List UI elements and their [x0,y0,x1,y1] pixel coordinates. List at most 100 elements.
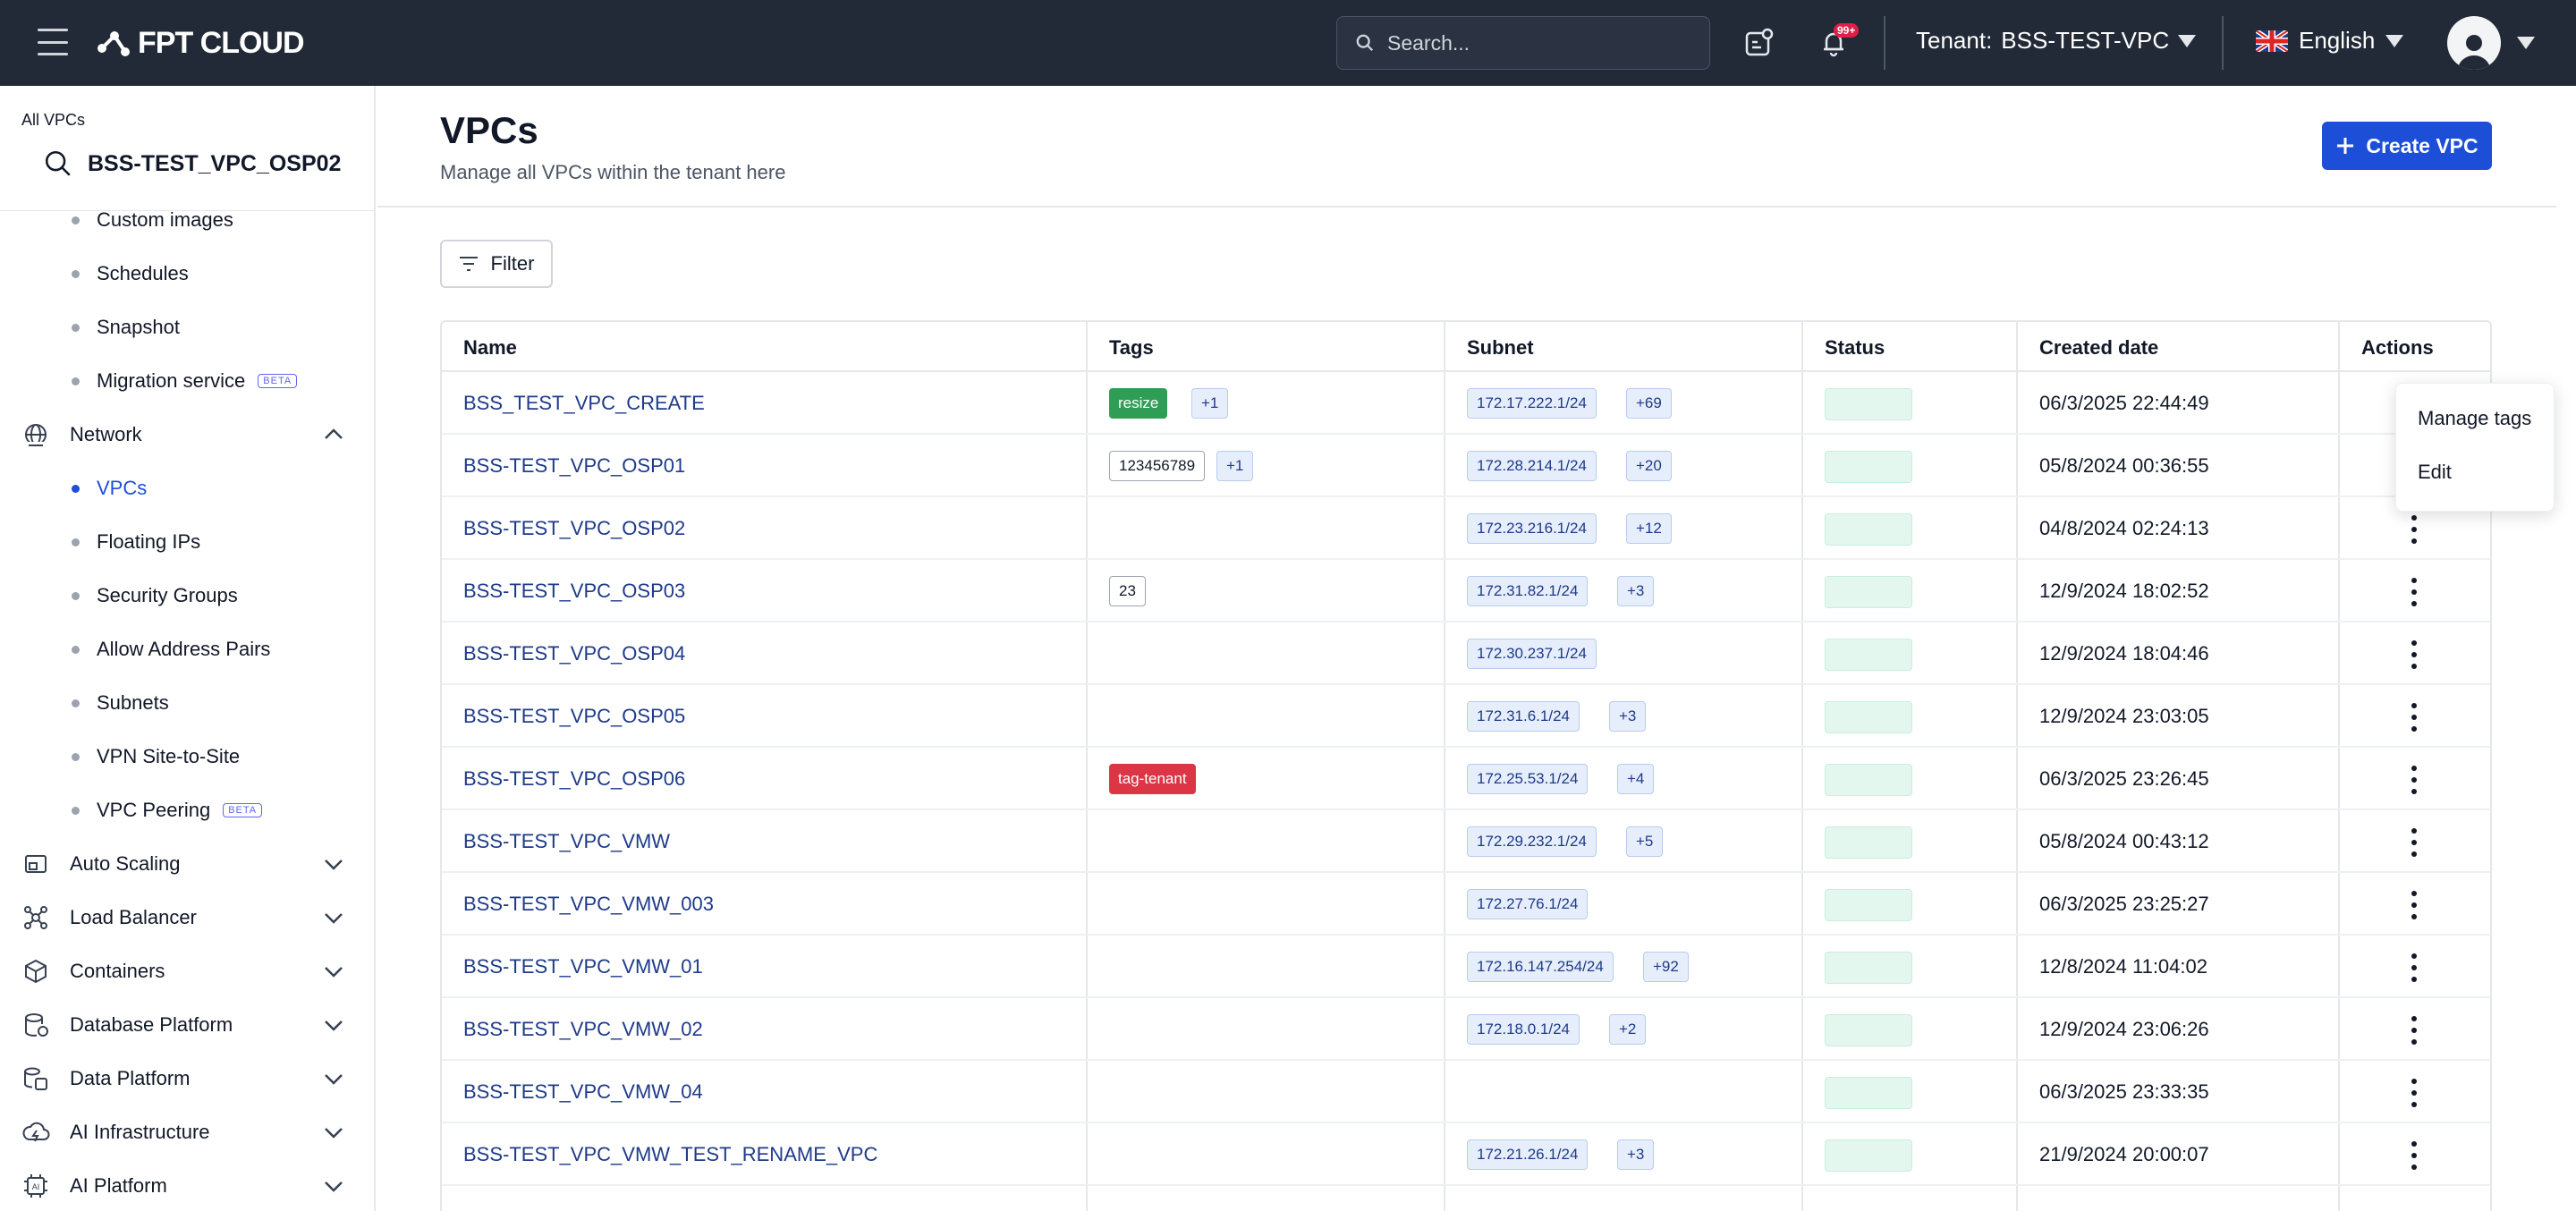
notification-bell-icon[interactable]: 99+ [1816,23,1860,61]
tag-badge[interactable]: 23 [1109,576,1146,606]
subnet-badge[interactable]: 172.23.216.1/24 [1467,513,1597,544]
subnet-more-badge[interactable]: +5 [1626,826,1664,857]
more-actions-icon[interactable] [2408,640,2420,669]
sidebar-group-load-balancer[interactable]: Load Balancer [0,891,374,944]
language-selector[interactable]: English [2256,27,2404,55]
sidebar-item-security-groups[interactable]: Security Groups [0,569,374,622]
more-actions-icon[interactable] [2408,515,2420,544]
subnet-badge[interactable]: 172.28.214.1/24 [1467,451,1597,481]
sidebar-item-vpcs[interactable]: VPCs [0,462,374,515]
column-header-subnet: Subnet [1467,336,1534,359]
more-actions-icon[interactable] [2408,578,2420,606]
more-actions-icon[interactable] [2408,891,2420,919]
table-row: BSS-TEST_VPC_OSP03 23 172.31.82.1/24 +3 12/9… [442,560,2490,622]
more-actions-icon[interactable] [2408,703,2420,732]
subnet-more-badge[interactable]: +20 [1626,451,1672,481]
vpc-name-link[interactable]: BSS-TEST_VPC_VMW [463,830,670,853]
subnet-badge[interactable]: 172.25.53.1/24 [1467,764,1589,794]
sidebar-item-schedules[interactable]: Schedules [0,247,374,301]
subnet-badge[interactable]: 172.29.232.1/24 [1467,826,1597,857]
vpc-name-link[interactable]: BSS-TEST_VPC_OSP03 [463,580,685,603]
subnet-badge[interactable]: 172.31.82.1/24 [1467,576,1589,606]
topbar-divider [2222,16,2224,70]
vpc-name-link[interactable]: BSS-TEST_VPC_VMW_04 [463,1080,703,1104]
search-icon [1356,34,1374,52]
tag-badge[interactable]: resize [1109,388,1168,419]
more-actions-icon[interactable] [2408,1079,2420,1107]
vpc-name-link[interactable]: BSS-TEST_VPC_OSP05 [463,705,685,728]
vpc-name-link[interactable]: BSS_TEST_VPC_CREATE [463,392,705,415]
vpc-name-link[interactable]: BSS-TEST_VPC_OSP02 [463,517,685,540]
sidebar-group-ai-infrastructure[interactable]: AI Infrastructure [0,1105,374,1159]
more-actions-icon[interactable] [2408,828,2420,857]
more-actions-icon[interactable] [2408,1016,2420,1045]
sidebar-header: All VPCs BSS-TEST_VPC_OSP02 [0,86,374,211]
breadcrumb[interactable]: All VPCs [21,111,85,130]
sidebar-item-subnets[interactable]: Subnets [0,676,374,730]
sidebar-item-vpn-site-to-site[interactable]: VPN Site-to-Site [0,730,374,783]
vpc-name-link[interactable]: BSS-TEST_VPC_VMW_01 [463,955,703,978]
tag-more-badge[interactable]: +1 [1191,388,1229,419]
vpc-name-link[interactable]: BSS-TEST_VPC_OSP04 [463,642,685,665]
subnet-more-badge[interactable]: +2 [1609,1014,1647,1045]
sidebar-item-snapshot[interactable]: Snapshot [0,301,374,354]
vpc-name-link[interactable]: BSS-TEST_VPC_VMW_TEST_RENAME_VPC [463,1143,877,1166]
sidebar-group-data-platform[interactable]: Data Platform [0,1052,374,1105]
sidebar-item-migration-service[interactable]: Migration service BETA [0,354,374,408]
menu-icon[interactable] [38,29,68,55]
more-actions-icon[interactable] [2408,953,2420,982]
filter-button[interactable]: Filter [440,240,553,288]
column-header-name[interactable]: Name [463,336,517,360]
subnet-more-badge[interactable]: +3 [1609,701,1647,732]
sidebar-group-containers[interactable]: Containers [0,944,374,998]
subnet-badge[interactable]: 172.16.147.254/24 [1467,952,1614,982]
ticket-icon[interactable] [1741,25,1776,61]
more-actions-icon[interactable] [2408,1141,2420,1170]
bullet-icon [72,324,80,332]
more-actions-icon[interactable] [2408,766,2420,794]
subnet-more-badge[interactable]: +12 [1626,513,1672,544]
sidebar-item-label: Snapshot [97,316,180,338]
bullet-icon [72,270,80,278]
subnet-badge[interactable]: 172.17.222.1/24 [1467,388,1597,419]
brand-logo[interactable]: FPT CLOUD [95,23,305,63]
vpc-name-link[interactable]: BSS-TEST_VPC_OSP01 [463,454,685,478]
column-header-status[interactable]: Status [1825,336,1885,360]
subnet-more-badge[interactable]: +3 [1617,576,1655,606]
project-search[interactable]: BSS-TEST_VPC_OSP02 [43,148,341,179]
menu-item-edit[interactable]: Edit [2418,461,2452,484]
sidebar-group-auto-scaling[interactable]: Auto Scaling [0,837,374,891]
subnet-badge[interactable]: 172.27.76.1/24 [1467,889,1589,919]
subnet-more-badge[interactable]: +69 [1626,388,1672,419]
column-header-created-date[interactable]: Created date [2039,336,2158,360]
sidebar-group-network[interactable]: Network [0,408,374,462]
menu-item-manage-tags[interactable]: Manage tags [2418,407,2531,430]
vpc-name-link[interactable]: BSS-TEST_VPC_VMW_02 [463,1018,703,1041]
subnet-more-badge[interactable]: +3 [1617,1139,1655,1170]
vpc-name-link[interactable]: BSS-TEST_VPC_OSP06 [463,767,685,791]
vpc-name-link[interactable]: BSS-TEST_VPC_VMW_003 [463,893,714,916]
subnet-more-badge[interactable]: +4 [1617,764,1655,794]
search-input[interactable]: Search... [1336,16,1710,70]
tenant-selector[interactable]: Tenant: BSS-TEST-VPC [1916,27,2197,55]
tag-badge[interactable]: tag-tenant [1109,764,1196,794]
sidebar-item-vpc-peering[interactable]: VPC Peering BETA [0,783,374,837]
subnet-badge[interactable]: 172.18.0.1/24 [1467,1014,1580,1045]
sidebar-group-database-platform[interactable]: Database Platform [0,998,374,1052]
search-icon [45,150,71,176]
avatar[interactable] [2447,16,2501,70]
tag-badge[interactable]: 123456789 [1109,451,1206,481]
sidebar-item-allow-address-pairs[interactable]: Allow Address Pairs [0,622,374,676]
subnet-badge[interactable]: 172.30.237.1/24 [1467,639,1597,669]
subnet-more-badge[interactable]: +92 [1643,952,1689,982]
sidebar-group-ai-platform[interactable]: AI AI Platform [0,1159,374,1211]
chevron-down-icon [325,913,343,924]
tag-more-badge[interactable]: +1 [1216,451,1254,481]
create-vpc-button[interactable]: Create VPC [2322,122,2492,170]
status-badge [1825,701,1912,733]
subnet-badge[interactable]: 172.31.6.1/24 [1467,701,1580,732]
user-menu[interactable] [2447,16,2535,70]
language-label: English [2299,27,2376,54]
sidebar-item-floating-ips[interactable]: Floating IPs [0,515,374,569]
subnet-badge[interactable]: 172.21.26.1/24 [1467,1139,1589,1170]
